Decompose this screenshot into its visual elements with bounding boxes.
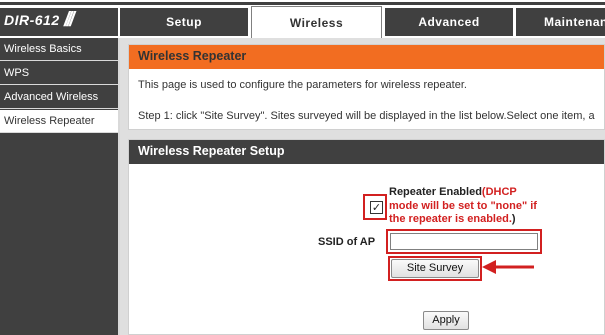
- check-icon: ✓: [371, 201, 382, 214]
- brand-model: DIR-612: [4, 12, 60, 28]
- dhcp-note-line3: the repeater is enabled.: [389, 213, 512, 225]
- intro-step1: Step 1: click "Site Survey". Sites surve…: [138, 110, 595, 122]
- sidebar-item-wireless-repeater[interactable]: Wireless Repeater: [0, 110, 118, 133]
- repeater-enabled-label: Repeater Enabled(DHCP mode will be set t…: [389, 186, 569, 227]
- intro-panel-header: Wireless Repeater: [129, 45, 604, 69]
- brand-logo: DIR-612 ///: [0, 8, 118, 36]
- logo-slashes-icon: ///: [64, 9, 75, 31]
- top-divider: [0, 2, 605, 5]
- sidebar-item-wireless-basics[interactable]: Wireless Basics: [0, 38, 118, 61]
- dhcp-note-line2: mode will be set to "none" if: [389, 199, 537, 212]
- site-survey-button[interactable]: Site Survey: [391, 259, 479, 278]
- setup-panel-header: Wireless Repeater Setup: [129, 140, 604, 164]
- tab-wireless[interactable]: Wireless: [251, 6, 382, 40]
- tab-setup[interactable]: Setup: [120, 8, 248, 36]
- tab-advanced[interactable]: Advanced: [385, 8, 513, 36]
- ssid-label: SSID of AP: [318, 236, 376, 248]
- apply-button[interactable]: Apply: [423, 311, 469, 330]
- tab-maintenance[interactable]: Maintenan: [516, 8, 605, 36]
- setup-title: Wireless Repeater Setup: [138, 144, 285, 158]
- sidebar: Wireless Basics WPS Advanced Wireless Wi…: [0, 38, 120, 335]
- dhcp-note-open: (DHCP: [481, 186, 517, 198]
- repeater-enabled-text: Repeater Enabled: [389, 186, 482, 198]
- intro-description: This page is used to configure the param…: [138, 79, 467, 91]
- intro-panel: Wireless Repeater This page is used to c…: [128, 44, 605, 130]
- arrow-left-icon: [482, 260, 534, 274]
- page-title: Wireless Repeater: [138, 49, 247, 63]
- repeater-enabled-checkbox[interactable]: ✓: [370, 201, 383, 214]
- sidebar-item-advanced-wireless[interactable]: Advanced Wireless: [0, 86, 118, 109]
- sidebar-item-wps[interactable]: WPS: [0, 62, 118, 85]
- dhcp-note-close: ): [511, 213, 516, 225]
- ssid-input[interactable]: [390, 233, 538, 250]
